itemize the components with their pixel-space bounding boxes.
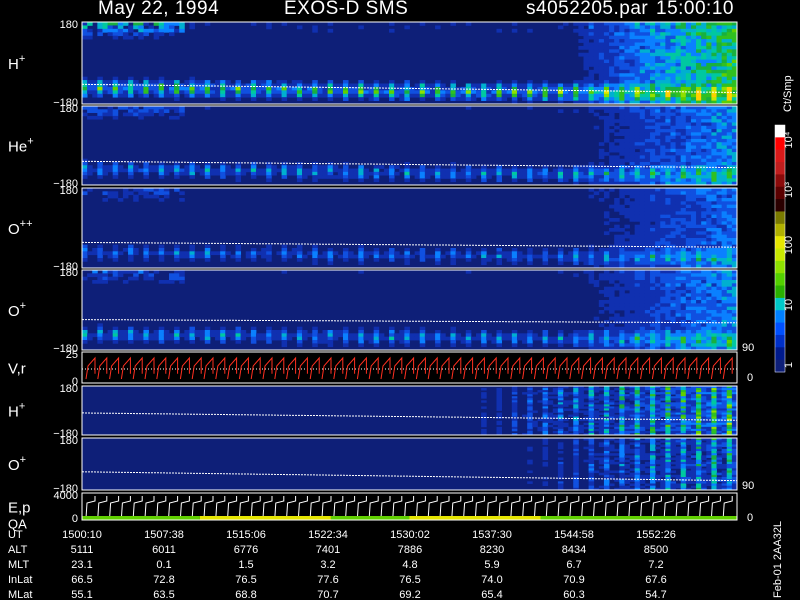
vr-right-bottom-label: 0 xyxy=(747,372,754,384)
panel-label-7: E,p xyxy=(8,500,31,517)
header-date: May 22, 1994 xyxy=(98,0,220,19)
time-axis-cell: 1507:38 xyxy=(144,529,184,541)
header-file: s4052205.par xyxy=(526,0,649,19)
time-axis-cell: 70.7 xyxy=(317,589,338,600)
colorbar-tick-label: 1 xyxy=(783,362,795,368)
header-time: 15:00:10 xyxy=(656,0,734,19)
colorbar-swatch xyxy=(775,273,785,287)
panel-1 xyxy=(81,105,738,186)
time-axis-cell: 70.9 xyxy=(563,574,584,586)
colorbar-tick-label: 10⁴ xyxy=(783,131,795,148)
time-axis-cell: 8500 xyxy=(644,544,668,556)
y-tick-top: 180 xyxy=(60,185,78,197)
colorbar-tick-label: 10³ xyxy=(783,182,795,198)
colorbar-swatch xyxy=(775,310,785,324)
header-mission: EXOS-D SMS xyxy=(284,0,409,19)
time-axis-cell: 74.0 xyxy=(481,574,502,586)
colorbar-swatch xyxy=(775,149,785,163)
vr-right-top-label: 90 xyxy=(742,342,755,354)
time-axis-cell: 8434 xyxy=(562,544,586,556)
time-axis-cell: 8230 xyxy=(480,544,504,556)
spectrogram-panels xyxy=(81,21,738,521)
colorbar-swatch xyxy=(775,285,785,299)
time-axis-cell: 4.8 xyxy=(402,559,417,571)
time-axis-cell: 5111 xyxy=(71,544,94,556)
time-axis-cell: 1522:34 xyxy=(308,529,348,541)
time-axis-cell: 68.8 xyxy=(235,589,256,600)
time-axis-cell: 5.9 xyxy=(484,559,499,571)
time-axis-cell: 76.5 xyxy=(235,574,256,586)
panel-7 xyxy=(81,492,738,521)
time-axis-cell: 3.2 xyxy=(320,559,335,571)
panel-2 xyxy=(81,187,738,269)
y-tick-top: 25 xyxy=(66,349,78,361)
time-axis-cell: 60.3 xyxy=(563,589,584,600)
y-tick-top: 4000 xyxy=(54,490,78,502)
time-axis-cell: 6011 xyxy=(152,544,176,556)
colorbar-unit-label: Ct/Smp xyxy=(782,75,794,112)
colorbar-swatch xyxy=(775,162,785,175)
time-axis-row-label: ALT xyxy=(8,544,28,556)
time-axis-cell: 76.5 xyxy=(399,574,420,586)
panel-4 xyxy=(81,351,738,384)
time-axis-cell: 6776 xyxy=(234,544,258,556)
sms-spectrogram-figure: H+180−180He+180−180O++180−180O+180−180V,… xyxy=(0,0,800,600)
time-axis-cell: 0.1 xyxy=(156,559,171,571)
time-axis-cell: 1515:06 xyxy=(226,529,266,541)
panel-label-4: V,r xyxy=(8,361,26,378)
y-tick-top: 180 xyxy=(60,435,78,447)
time-axis-cell: 6.7 xyxy=(566,559,581,571)
y-tick-top: 180 xyxy=(60,103,78,115)
time-axis-cell: 66.5 xyxy=(71,574,92,586)
ep-right-bottom-label: 0 xyxy=(747,512,754,524)
y-tick-bottom: 0 xyxy=(72,513,78,525)
time-axis-cell: 1544:58 xyxy=(554,529,594,541)
time-axis-cell: 7886 xyxy=(398,544,422,556)
footer-id: Feb-01 2AA32L xyxy=(772,520,784,598)
y-tick-top: 180 xyxy=(60,19,78,31)
time-axis-row-label: MLT xyxy=(8,559,29,571)
time-axis-cell: 1.5 xyxy=(238,559,253,571)
time-axis-cell: 1530:02 xyxy=(390,529,430,541)
panel-6 xyxy=(81,437,738,491)
time-axis-cell: 55.1 xyxy=(71,589,92,600)
time-axis-cell: 7401 xyxy=(316,544,340,556)
time-axis-cell: 65.4 xyxy=(481,589,502,600)
time-axis-row-label: InLat xyxy=(8,574,32,586)
time-axis-cell: 72.8 xyxy=(153,574,174,586)
time-axis-cell: 1500:10 xyxy=(62,529,102,541)
colorbar-swatch xyxy=(775,260,785,274)
qa-bar xyxy=(82,516,737,520)
time-axis-cell: 7.2 xyxy=(648,559,663,571)
time-axis-cell: 77.6 xyxy=(317,574,338,586)
time-axis-cell: 54.7 xyxy=(645,589,666,600)
ep-right-top-label: 90 xyxy=(742,480,755,492)
time-axis-cell: 1552:26 xyxy=(636,529,676,541)
time-axis-cell: 69.2 xyxy=(399,589,420,600)
colorbar-swatch xyxy=(775,322,785,336)
colorbar-tick-label: 10 xyxy=(783,299,795,311)
colorbar-swatch xyxy=(775,223,785,237)
time-axis-row-label: MLat xyxy=(8,589,32,600)
panel-3 xyxy=(81,269,738,351)
time-axis-cell: 23.1 xyxy=(71,559,92,571)
colorbar-tick-label: 100 xyxy=(783,236,795,254)
colorbar-swatch xyxy=(775,199,785,212)
panel-5 xyxy=(81,385,738,436)
time-axis-cell: 67.6 xyxy=(645,574,666,586)
y-tick-top: 180 xyxy=(60,383,78,395)
colorbar-swatch xyxy=(775,211,785,225)
colorbar-swatch xyxy=(775,334,785,348)
time-axis-cell: 1537:30 xyxy=(472,529,512,541)
time-axis-cell: 63.5 xyxy=(153,589,174,600)
time-axis-row-label: UT xyxy=(8,529,23,541)
colorbar-swatch xyxy=(775,347,785,361)
panel-0 xyxy=(81,21,738,105)
y-tick-top: 180 xyxy=(60,267,78,279)
